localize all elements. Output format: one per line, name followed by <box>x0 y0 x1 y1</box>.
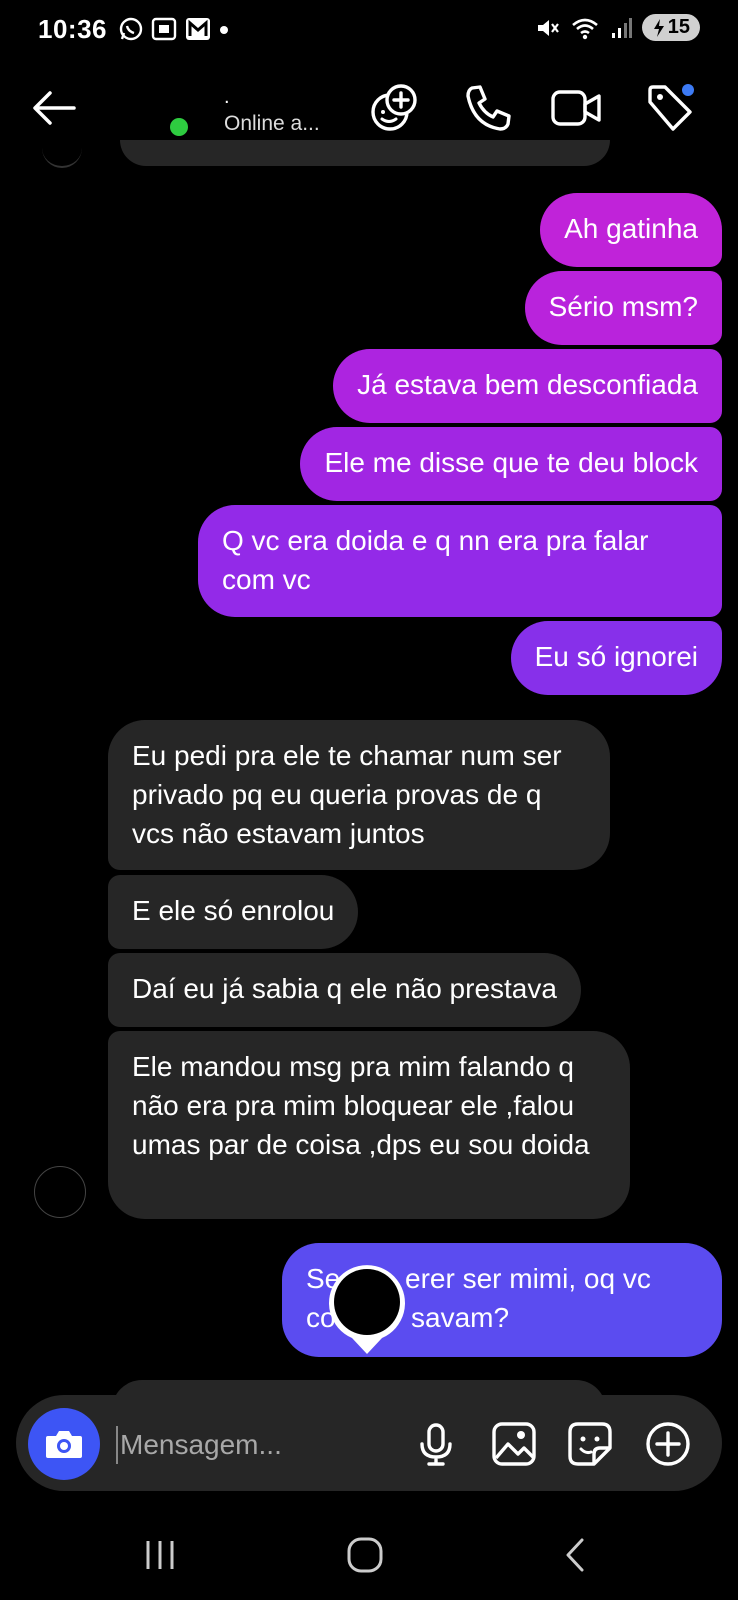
battery-indicator: 15 <box>641 14 700 41</box>
home-icon[interactable] <box>342 1535 390 1575</box>
message-text-fragment: savam? <box>411 1302 510 1333</box>
battery-level: 15 <box>667 16 690 38</box>
message-text: Eu pedi pra ele te chamar num ser privad… <box>132 740 562 849</box>
received-message[interactable]: Ele mandou msg pra mim falando q não era… <box>108 1031 630 1219</box>
charging-bolt-icon <box>653 18 664 37</box>
sent-message[interactable]: Eu só ignorei <box>510 621 722 695</box>
sticker-icon[interactable] <box>566 1420 614 1468</box>
presence-status[interactable]: Online a... <box>224 112 320 136</box>
message-text: Ah gatinha <box>564 213 698 244</box>
received-message[interactable]: Eu pedi pra ele te chamar num ser privad… <box>108 720 610 870</box>
microphone-icon[interactable] <box>412 1420 460 1468</box>
message-text: Ele mandou msg pra mim falando q não era… <box>132 1051 590 1160</box>
add-effect-icon[interactable] <box>370 82 422 134</box>
tag-icon[interactable] <box>644 82 696 134</box>
mute-icon <box>537 19 559 36</box>
message-text: Daí eu já sabia q ele não prestava <box>132 973 557 1004</box>
contact-name[interactable]: . <box>224 86 230 109</box>
camera-icon <box>46 1431 82 1458</box>
status-system-icons: 15 <box>534 14 700 41</box>
gmail-icon <box>186 18 210 40</box>
message-text-fragment: erer ser mimi, oq vc <box>405 1263 651 1294</box>
more-notifications-dot-icon <box>220 26 228 34</box>
map-pin-icon <box>329 1265 405 1354</box>
message-input[interactable] <box>116 1426 382 1464</box>
message-text: Já estava bem desconfiada <box>357 369 698 400</box>
message-text: Q vc era doida e q nn era pra falar com … <box>222 525 649 595</box>
received-message[interactable]: E ele só enrolou <box>108 875 359 949</box>
wifi-icon <box>571 18 598 39</box>
plus-circle-icon[interactable] <box>644 1420 692 1468</box>
sent-message[interactable]: Ele me disse que te deu block <box>300 427 722 501</box>
camera-button[interactable] <box>28 1408 100 1480</box>
received-message[interactable]: Daí eu já sabia q ele não prestava <box>108 953 581 1027</box>
whatsapp-icon <box>119 17 143 41</box>
message-text: Ele me disse que te deu block <box>324 447 698 478</box>
sent-message[interactable]: Ah gatinha <box>540 193 722 267</box>
message-text: Sério msm? <box>548 291 698 322</box>
status-time: 10:36 <box>38 14 107 44</box>
sent-message[interactable]: Sério msm? <box>524 271 722 345</box>
online-status-dot <box>170 118 188 136</box>
back-nav-icon[interactable] <box>552 1535 600 1575</box>
message-text: E ele só enrolou <box>132 895 335 926</box>
phone-icon[interactable] <box>462 82 514 134</box>
signal-icon <box>611 17 632 38</box>
recent-apps-icon[interactable] <box>136 1535 184 1575</box>
avatar <box>42 140 82 168</box>
video-camera-icon[interactable] <box>550 82 602 134</box>
message-text: Eu só ignorei <box>534 641 698 672</box>
sent-message[interactable]: Q vc era doida e q nn era pra falar com … <box>198 505 722 617</box>
message-bubble-partial[interactable] <box>120 140 610 166</box>
back-arrow-icon[interactable] <box>30 88 78 128</box>
status-notification-icons <box>118 16 230 42</box>
avatar[interactable] <box>34 1166 86 1218</box>
sent-message[interactable]: Já estava bem desconfiada <box>333 349 722 423</box>
screenshot-icon <box>151 17 177 41</box>
gallery-icon[interactable] <box>490 1420 538 1468</box>
